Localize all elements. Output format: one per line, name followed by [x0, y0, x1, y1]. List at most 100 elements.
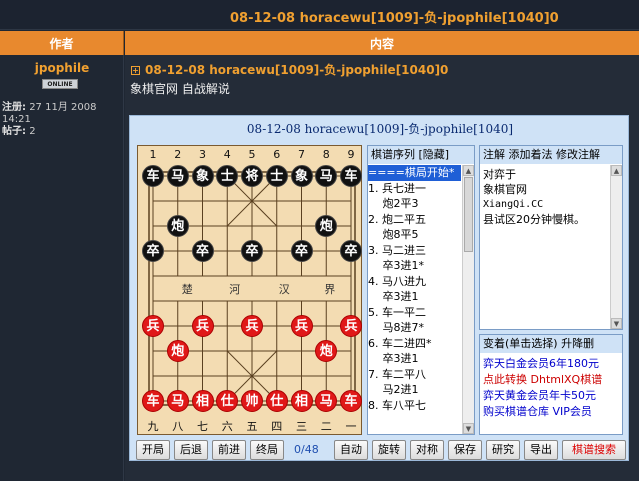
- next-button[interactable]: 前进: [212, 440, 246, 460]
- black-piece[interactable]: 卒: [290, 240, 313, 262]
- move-item[interactable]: 6. 车二进四*: [368, 336, 461, 352]
- river-label: 界: [324, 283, 336, 296]
- black-piece[interactable]: 象: [290, 165, 313, 187]
- black-piece[interactable]: 卒: [142, 240, 164, 262]
- red-piece[interactable]: 仕: [265, 390, 288, 412]
- scroll-down-icon[interactable]: ▼: [611, 318, 622, 329]
- start-button[interactable]: 开局: [136, 440, 170, 460]
- black-piece[interactable]: 将: [241, 165, 263, 187]
- ad-links: 弈天白金会员6年180元 点此转换 DhtmlXQ棋谱 弈天黄金会员年卡50元 购买棋…: [483, 356, 602, 420]
- viewer-title: 08-12-08 horacewu[1009]-负-jpophile[1040]: [246, 122, 514, 136]
- comment-scrollbar[interactable]: ▲ ▼: [610, 165, 622, 329]
- online-badge: ONLINE: [42, 79, 78, 89]
- post-subtitle: 象棋官网 自战解说: [130, 82, 230, 96]
- end-button[interactable]: 终局: [250, 440, 284, 460]
- move-item[interactable]: 马2进1: [368, 382, 461, 398]
- file-number: 2: [174, 148, 182, 161]
- red-piece[interactable]: 车: [142, 390, 164, 412]
- rotate-button[interactable]: 旋转: [372, 440, 406, 460]
- red-piece[interactable]: 相: [290, 390, 313, 412]
- scroll-thumb[interactable]: [464, 177, 473, 252]
- river-label: 汉: [278, 283, 290, 296]
- move-item[interactable]: 炮2平3: [368, 196, 461, 212]
- move-item[interactable]: 7. 车二平八: [368, 367, 461, 383]
- author-name[interactable]: jpophile: [0, 61, 124, 75]
- move-item[interactable]: 1. 兵七进一: [368, 181, 461, 197]
- red-piece[interactable]: 兵: [241, 315, 263, 337]
- post-content: +08-12-08 horacewu[1009]-负-jpophile[1040…: [125, 55, 639, 481]
- black-piece[interactable]: 卒: [340, 240, 362, 262]
- reg-label: 注册:: [2, 102, 26, 113]
- study-button[interactable]: 研究: [486, 440, 520, 460]
- black-piece[interactable]: 象: [191, 165, 214, 187]
- scroll-down-icon[interactable]: ▼: [463, 423, 474, 434]
- xiangqi-viewer: 08-12-08 horacewu[1009]-负-jpophile[1040]…: [129, 115, 629, 461]
- posts-label: 帖子:: [2, 126, 26, 137]
- red-piece[interactable]: 兵: [340, 315, 362, 337]
- variation-header[interactable]: 变着(单击选择) 升降删: [480, 335, 622, 353]
- move-item[interactable]: 4. 马八进九: [368, 274, 461, 290]
- move-item[interactable]: 卒3进1: [368, 351, 461, 367]
- author-meta: 注册: 27 11月 2008 14:21 帖子: 2: [2, 102, 122, 138]
- red-piece[interactable]: 炮: [166, 340, 189, 362]
- move-item[interactable]: 8. 车八平七: [368, 398, 461, 414]
- black-piece[interactable]: 马: [166, 165, 189, 187]
- move-item[interactable]: 炮8平5: [368, 227, 461, 243]
- move-item[interactable]: 卒3进1*: [368, 258, 461, 274]
- black-piece[interactable]: 车: [340, 165, 362, 187]
- file-number: 二: [320, 420, 332, 433]
- ad-link[interactable]: 弈天黄金会员年卡50元: [483, 388, 602, 404]
- river-label: 河: [229, 283, 241, 296]
- move-item[interactable]: 3. 马二进三: [368, 243, 461, 259]
- export-button[interactable]: 导出: [524, 440, 558, 460]
- file-number: 6: [273, 148, 281, 161]
- file-number: 1: [149, 148, 157, 161]
- red-piece[interactable]: 兵: [191, 315, 214, 337]
- post-icon: +: [131, 66, 140, 75]
- move-item[interactable]: 2. 炮二平五: [368, 212, 461, 228]
- author-column-header: 作者: [0, 31, 124, 55]
- black-piece[interactable]: 车: [142, 165, 164, 187]
- file-number: 六: [221, 420, 233, 433]
- move-item[interactable]: 马8进7*: [368, 320, 461, 336]
- comment-line: XiangQi.CC: [483, 199, 544, 210]
- scroll-up-icon[interactable]: ▲: [463, 165, 474, 176]
- search-button[interactable]: 棋谱搜索: [562, 440, 626, 460]
- red-piece[interactable]: 帅: [241, 390, 263, 412]
- black-piece[interactable]: 卒: [241, 240, 263, 262]
- black-piece[interactable]: 士: [265, 165, 288, 187]
- ad-link[interactable]: 点此转换 DhtmlXQ棋谱: [483, 372, 602, 388]
- comment-header[interactable]: 注解 添加着法 修改注解: [480, 146, 622, 164]
- comment-line: 对弈于: [483, 168, 516, 181]
- file-number: 七: [197, 420, 208, 433]
- red-piece[interactable]: 车: [340, 390, 362, 412]
- scroll-up-icon[interactable]: ▲: [611, 165, 622, 176]
- file-number: 四: [271, 420, 283, 433]
- forum-topbar: 08-12-08 horacewu[1009]-负-jpophile[1040]…: [0, 0, 639, 30]
- red-piece[interactable]: 马: [166, 390, 189, 412]
- variation-panel: 变着(单击选择) 升降删 弈天白金会员6年180元 点此转换 DhtmlXQ棋谱弈…: [479, 334, 623, 435]
- ad-link[interactable]: 购买棋谱仓库 VIP会员: [483, 404, 602, 420]
- auto-button[interactable]: 自动: [334, 440, 368, 460]
- move-item[interactable]: 卒3进1: [368, 289, 461, 305]
- comment-line: 象棋官网: [483, 183, 527, 196]
- ad-link[interactable]: 弈天白金会员6年180元: [483, 356, 602, 372]
- prev-button[interactable]: 后退: [174, 440, 208, 460]
- black-piece[interactable]: 卒: [191, 240, 214, 262]
- save-button[interactable]: 保存: [448, 440, 482, 460]
- move-item[interactable]: ====棋局开始*: [368, 165, 461, 181]
- file-number: 5: [248, 148, 256, 161]
- red-piece[interactable]: 兵: [290, 315, 313, 337]
- red-piece[interactable]: 相: [191, 390, 214, 412]
- move-item[interactable]: 5. 车一平二: [368, 305, 461, 321]
- comment-text: 对弈于 象棋官网 XiangQi.CC 县试区20分钟慢棋。: [483, 167, 585, 227]
- move-list-header[interactable]: 棋谱序列 [隐藏]: [368, 146, 474, 164]
- black-piece[interactable]: 炮: [166, 215, 189, 237]
- move-list-scrollbar[interactable]: ▲ ▼: [462, 165, 474, 434]
- red-piece[interactable]: 兵: [142, 315, 164, 337]
- comment-panel: 注解 添加着法 修改注解 对弈于 象棋官网 XiangQi.CC 县试区20分钟…: [479, 145, 623, 330]
- mirror-button[interactable]: 对称: [410, 440, 444, 460]
- xiangqi-board[interactable]: 123456789九八七六五四三二一楚河汉界车马象士将士象马车炮炮卒卒卒卒卒兵兵…: [137, 145, 362, 435]
- file-number: 7: [298, 148, 305, 161]
- posts-value: 2: [29, 126, 36, 137]
